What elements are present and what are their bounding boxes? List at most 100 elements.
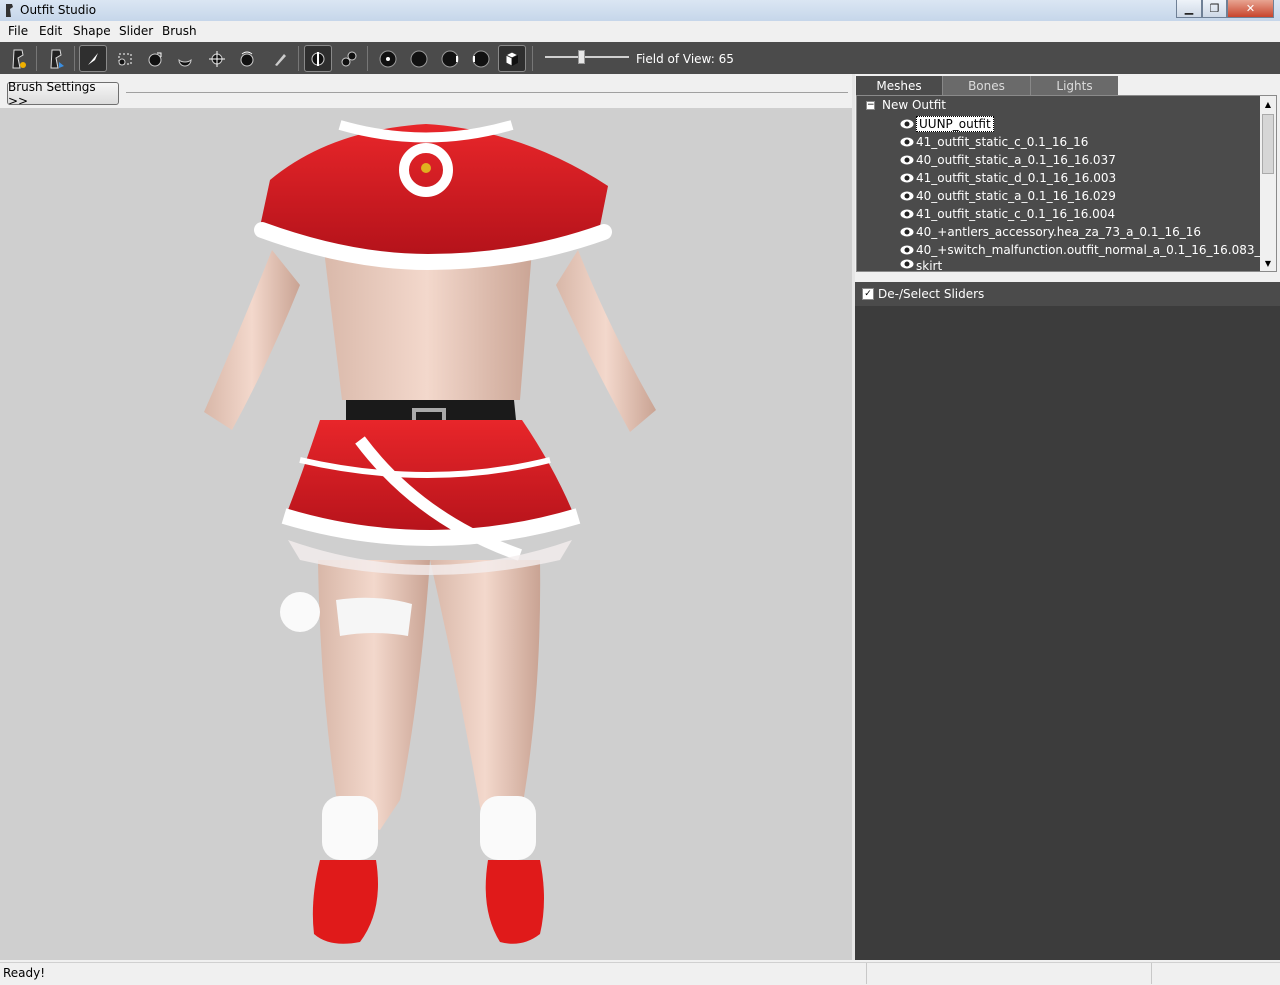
tree-mesh-item[interactable]: 40_outfit_static_a_0.1_16_16.029 [900, 187, 1116, 204]
mask-brush-button[interactable] [111, 45, 139, 72]
sliders-list [855, 306, 1280, 960]
visibility-eye-icon[interactable] [900, 173, 914, 183]
mask-brush-icon [118, 53, 132, 65]
inflate-brush-button[interactable] [141, 45, 169, 72]
move-brush-button[interactable] [203, 45, 231, 72]
tree-mesh-label[interactable]: 40_outfit_static_a_0.1_16_16.037 [916, 153, 1116, 167]
maximize-button[interactable]: ❐ [1202, 0, 1227, 18]
tree-mesh-label[interactable]: skirt [916, 259, 942, 271]
status-divider [1151, 963, 1152, 984]
view-back-button[interactable] [405, 45, 433, 72]
visibility-eye-icon[interactable] [900, 227, 914, 237]
tree-mesh-label[interactable]: 40_+switch_malfunction.outfit_normal_a_0… [916, 243, 1268, 257]
tree-mesh-label[interactable]: 40_outfit_static_a_0.1_16_16.029 [916, 189, 1116, 203]
mirror-button[interactable] [304, 45, 332, 72]
outfit-model-render [204, 120, 656, 944]
status-divider [866, 963, 867, 984]
3d-viewport[interactable] [0, 108, 852, 960]
mesh-load-button[interactable] [42, 45, 70, 72]
visibility-eye-icon[interactable] [900, 155, 914, 165]
select-sliders-checkbox[interactable]: ✓ [862, 288, 874, 300]
tree-mesh-label[interactable]: 41_outfit_static_d_0.1_16_16.003 [916, 171, 1116, 185]
weight-brush-icon [275, 53, 286, 66]
title-bar [0, 0, 1280, 21]
scroll-up-icon[interactable]: ▲ [1260, 96, 1276, 112]
tree-mesh-item[interactable]: 41_outfit_static_c_0.1_16_16 [900, 133, 1088, 150]
move-brush-icon [209, 50, 225, 67]
deflate-brush-button[interactable] [171, 45, 199, 72]
menu-file[interactable]: File [8, 24, 28, 38]
divider [126, 92, 848, 93]
tree-mesh-label[interactable]: 40_+antlers_accessory.hea_za_73_a_0.1_16… [916, 225, 1201, 239]
menu-slider[interactable]: Slider [119, 24, 153, 38]
tree-mesh-item[interactable]: 41_outfit_static_d_0.1_16_16.003 [900, 169, 1116, 186]
tree-root-label[interactable]: New Outfit [882, 98, 946, 112]
fov-label: Field of View: 65 [636, 52, 734, 66]
transform-icon [341, 51, 357, 66]
deflate-brush-icon [178, 58, 192, 66]
visibility-eye-icon[interactable] [900, 137, 914, 147]
toolbar-separator [532, 46, 533, 71]
minimize-button[interactable]: ▁ [1176, 0, 1202, 18]
view-right-button[interactable] [467, 45, 495, 72]
tree-mesh-label[interactable]: UUNP_outfit [916, 115, 994, 132]
brush-settings-row [0, 74, 852, 108]
status-text: Ready! [3, 966, 46, 980]
mirror-icon [311, 51, 325, 66]
view-left-button[interactable] [436, 45, 464, 72]
close-icon: ✕ [1245, 2, 1256, 15]
menu-brush[interactable]: Brush [162, 24, 197, 38]
visibility-eye-icon[interactable] [900, 191, 914, 201]
select-brush-button[interactable] [79, 45, 107, 72]
tab-bones[interactable]: Bones [942, 76, 1030, 95]
fov-slider-thumb[interactable] [578, 50, 585, 64]
visibility-eye-icon[interactable] [900, 119, 914, 129]
tree-mesh-label[interactable]: 41_outfit_static_c_0.1_16_16 [916, 135, 1088, 149]
view-back-icon [410, 50, 428, 67]
close-button[interactable]: ✕ [1227, 0, 1274, 18]
select-sliders-label[interactable]: De-/Select Sliders [878, 287, 984, 301]
perspective-icon [505, 50, 519, 67]
collapse-icon[interactable]: − [866, 101, 875, 110]
menu-edit[interactable]: Edit [39, 24, 62, 38]
sliders-header: ✓ De-/Select Sliders [855, 282, 1280, 306]
visibility-eye-icon[interactable] [900, 245, 914, 255]
inflate-brush-icon [148, 52, 162, 66]
smooth-brush-button[interactable] [233, 45, 261, 72]
tab-lights[interactable]: Lights [1030, 76, 1118, 95]
toolbar-separator [36, 46, 37, 71]
mesh-reference-icon [12, 49, 26, 68]
tree-mesh-item[interactable]: 40_+antlers_accessory.hea_za_73_a_0.1_16… [900, 223, 1201, 240]
tree-mesh-item[interactable]: skirt [900, 259, 942, 271]
toolbar-separator [298, 46, 299, 71]
view-left-icon [441, 50, 459, 67]
window-title: Outfit Studio [20, 3, 97, 17]
tree-mesh-item[interactable]: 40_+switch_malfunction.outfit_normal_a_0… [900, 241, 1268, 258]
transform-button[interactable] [335, 45, 363, 72]
weight-brush-button[interactable] [266, 45, 294, 72]
view-front-icon [379, 50, 397, 67]
app-icon [6, 4, 13, 17]
brush-settings-button[interactable]: Brush Settings >> [7, 80, 119, 108]
smooth-brush-icon [240, 51, 254, 66]
scroll-thumb[interactable] [1262, 114, 1274, 174]
scroll-down-icon[interactable]: ▼ [1260, 255, 1276, 271]
fov-slider-track[interactable] [545, 56, 629, 58]
tree-mesh-item[interactable]: 40_outfit_static_a_0.1_16_16.037 [900, 151, 1116, 168]
tree-mesh-item[interactable]: 41_outfit_static_c_0.1_16_16.004 [900, 205, 1115, 222]
view-front-button[interactable] [374, 45, 402, 72]
perspective-button[interactable] [498, 45, 526, 72]
tree-mesh-label[interactable]: 41_outfit_static_c_0.1_16_16.004 [916, 207, 1115, 221]
select-brush-icon [88, 52, 98, 65]
tree-scrollbar[interactable]: ▲ ▼ [1260, 96, 1276, 271]
mesh-load-icon [50, 49, 64, 68]
view-right-icon [472, 50, 490, 67]
minimize-icon: ▁ [1184, 2, 1194, 15]
visibility-eye-icon[interactable] [900, 259, 914, 269]
status-bar [0, 962, 1280, 985]
tab-meshes[interactable]: Meshes [856, 76, 942, 95]
visibility-eye-icon[interactable] [900, 209, 914, 219]
tree-mesh-item[interactable]: UUNP_outfit [900, 115, 994, 132]
mesh-reference-button[interactable] [4, 45, 32, 72]
menu-shape[interactable]: Shape [73, 24, 111, 38]
